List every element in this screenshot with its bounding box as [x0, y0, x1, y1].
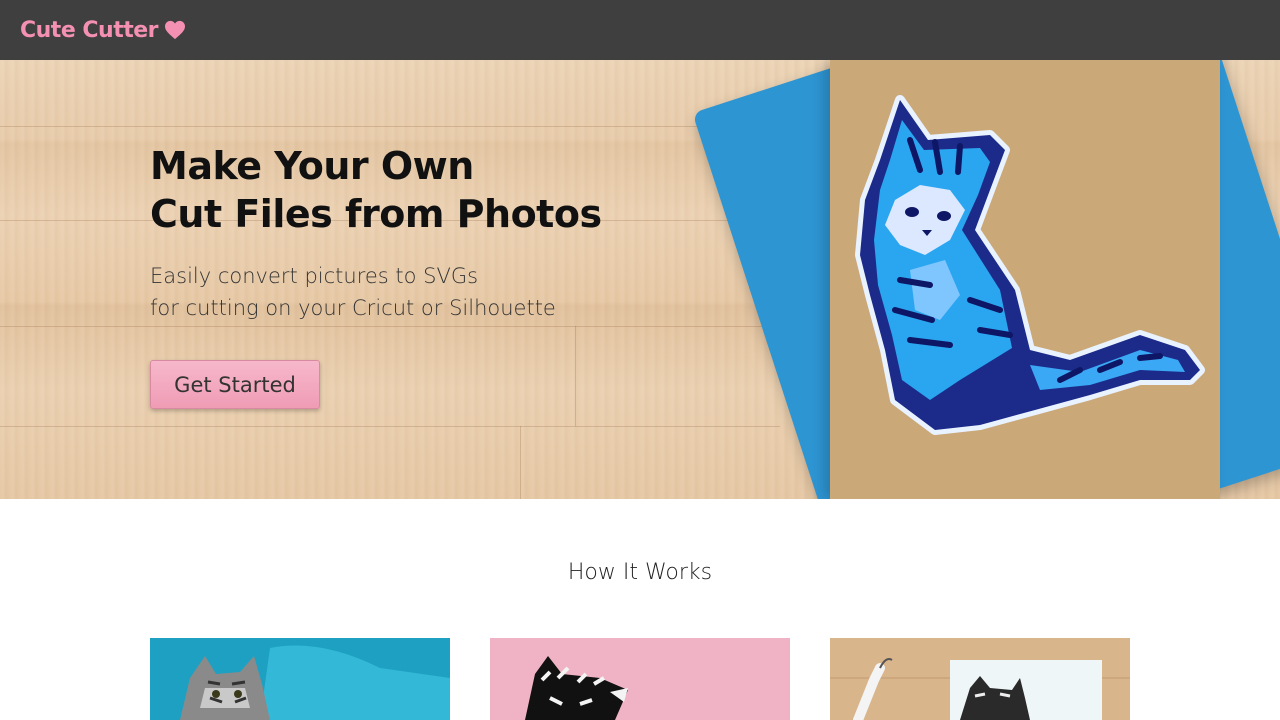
get-started-button[interactable]: Get Started — [150, 360, 320, 409]
brand-logo-link[interactable]: Cute Cutter — [20, 18, 186, 43]
cat-svg-preview-image — [490, 638, 790, 720]
plank-seam — [0, 326, 780, 327]
hero-text-block: Make Your Own Cut Files from Photos Easi… — [150, 142, 710, 324]
step-card-svg — [490, 638, 790, 720]
heart-icon — [165, 20, 186, 40]
plank-seam — [0, 426, 780, 427]
hero-section: Make Your Own Cut Files from Photos Easi… — [0, 60, 1280, 499]
top-navbar: Cute Cutter — [0, 0, 1280, 60]
step-card-cut — [830, 638, 1130, 720]
how-it-works-heading: How It Works — [567, 560, 713, 585]
step-card-photo — [150, 638, 450, 720]
plank-seam — [0, 126, 780, 127]
hero-subtitle: Easily convert pictures to SVGs for cutt… — [150, 264, 556, 320]
cat-sticker-image — [855, 95, 1205, 435]
plank-seam — [575, 326, 576, 426]
cut-result-image — [830, 638, 1130, 720]
cat-on-blanket-image — [150, 638, 450, 720]
hero-title: Make Your Own Cut Files from Photos — [150, 144, 602, 236]
brand-name: Cute Cutter — [20, 17, 159, 43]
plank-seam — [520, 426, 521, 499]
